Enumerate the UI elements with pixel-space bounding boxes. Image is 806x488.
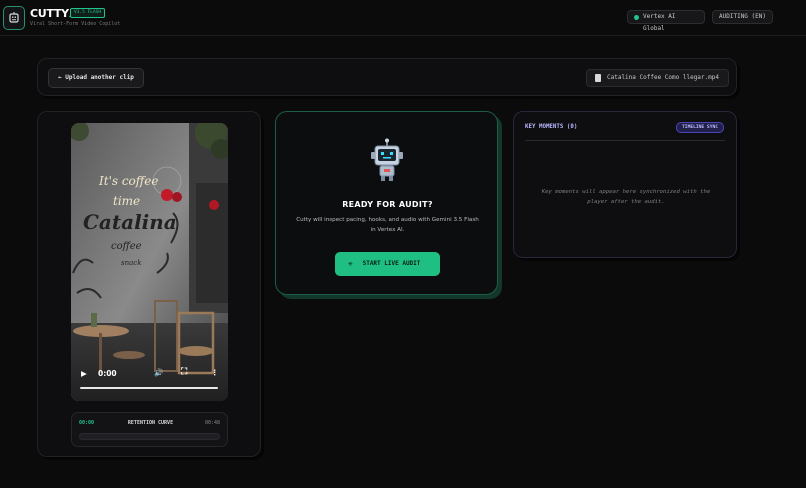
app-header: CUTTY.AI V3.5 FLASH Viral Short-Form Vid… [0, 0, 806, 36]
robot-logo-icon [3, 6, 25, 30]
audit-description: Cutty will inspect pacing, hooks, and au… [296, 217, 479, 233]
region-indicator[interactable]: Vertex AI Global [627, 10, 705, 32]
key-moments-panel: KEY MOMENTS (0) TIMELINE SYNC Key moment… [513, 111, 737, 258]
svg-text:coffee: coffee [111, 241, 142, 252]
sparkle-icon: ✳ [348, 259, 353, 268]
timeline-sync-badge[interactable]: TIMELINE SYNC [676, 122, 724, 133]
version-badge: V3.5 FLASH [70, 8, 106, 18]
upload-another-clip-button[interactable]: ← Upload another clip [48, 68, 144, 88]
clip-toolbar: ← Upload another clip Catalina Coffee Co… [37, 58, 737, 96]
svg-text:time: time [113, 194, 140, 208]
audit-panel: READY FOR AUDIT? Cutty will inspect paci… [275, 111, 498, 295]
tagline: Viral Short-Form Video Copilot [30, 21, 121, 27]
svg-text:snack: snack [121, 259, 141, 267]
file-icon [595, 74, 601, 82]
start-live-audit-button[interactable]: ✳ START LIVE AUDIT [335, 252, 440, 276]
retention-timeline[interactable] [79, 433, 220, 440]
video-progress-bar[interactable] [80, 387, 218, 389]
more-options-icon[interactable]: ⋮ [211, 368, 219, 377]
filename-chip: Catalina Coffee Como llegar.mp4 [586, 69, 729, 87]
robot-mascot-icon [370, 138, 404, 186]
fullscreen-icon[interactable]: ⛶ [181, 367, 187, 377]
svg-text:Catalina: Catalina [83, 210, 177, 234]
language-mode-button[interactable]: AUDITING (EN) [712, 10, 773, 24]
retention-end-time: 00:48 [204, 420, 220, 426]
current-time: 0:00 [98, 369, 117, 378]
video-player[interactable]: It's coffee time Catalina coffee snack ▶… [71, 123, 228, 401]
divider [525, 140, 725, 141]
key-moments-title: KEY MOMENTS (0) [525, 124, 578, 130]
audit-heading: READY FOR AUDIT? [342, 200, 433, 209]
svg-text:It's coffee: It's coffee [98, 174, 158, 188]
video-frame-image: It's coffee time Catalina coffee snack [71, 123, 228, 401]
region-label: Vertex AI Global [643, 13, 676, 32]
volume-icon[interactable]: 🔊 [154, 368, 163, 377]
filename-label: Catalina Coffee Como llegar.mp4 [607, 74, 719, 81]
retention-curve-panel: 00:00 RETENTION CURVE 00:48 [71, 412, 228, 447]
play-icon[interactable]: ▶ [81, 369, 87, 378]
video-panel: It's coffee time Catalina coffee snack ▶… [37, 111, 261, 457]
start-live-audit-label: START LIVE AUDIT [362, 260, 421, 267]
status-dot-icon [634, 14, 639, 20]
key-moments-empty-state: Key moments will appear here synchronize… [541, 189, 711, 205]
